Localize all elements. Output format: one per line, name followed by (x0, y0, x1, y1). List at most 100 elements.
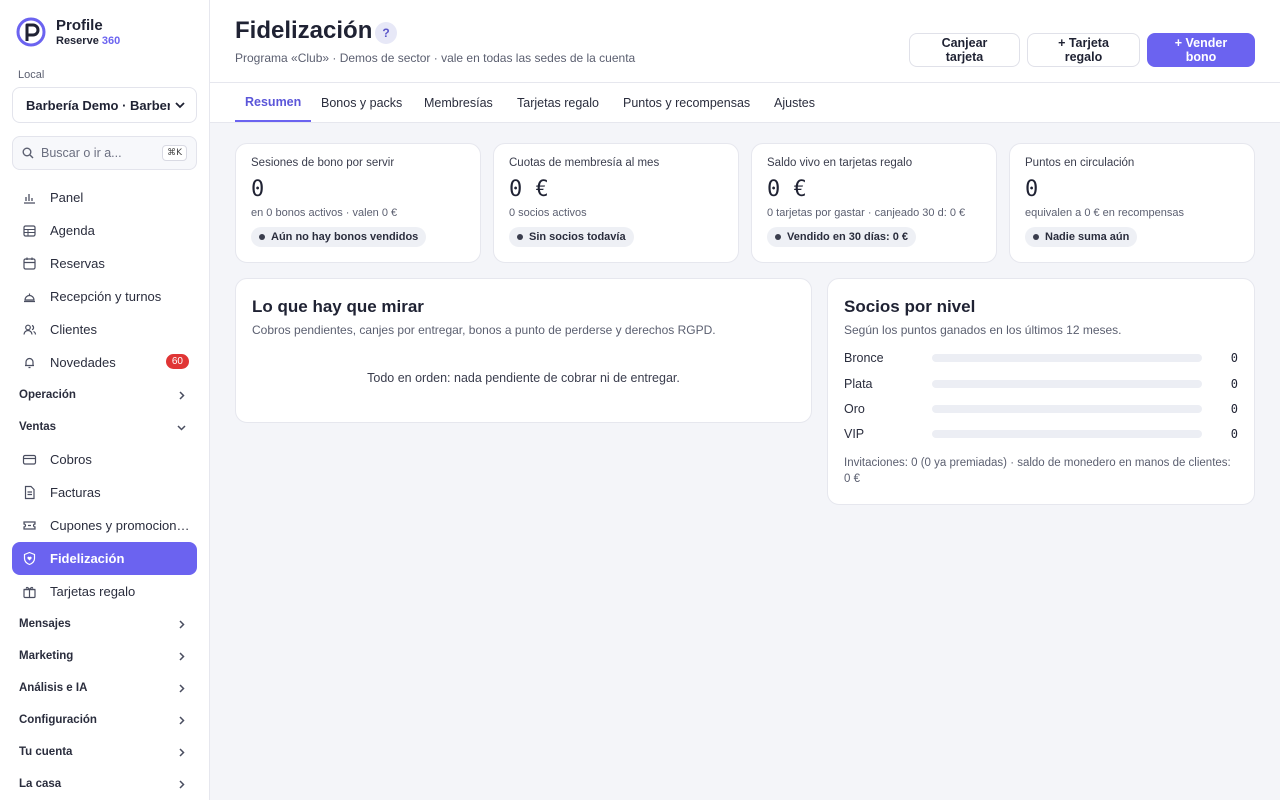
tier-name: Bronce (844, 351, 884, 365)
chevron-down-icon (175, 102, 185, 109)
watch-subtitle: Cobros pendientes, canjes por entregar, … (252, 323, 716, 337)
tier-count: 0 (1230, 351, 1238, 365)
section-operacion[interactable]: Operación (12, 379, 197, 411)
search-box[interactable]: ⌘K (12, 136, 197, 170)
chevron-right-icon (179, 651, 185, 661)
sidebar-item-label: Recepción y turnos (50, 289, 162, 304)
sidebar-item-label: Novedades (50, 355, 116, 370)
sidebar: Profile Reserve 360 Local Barbería Demo … (0, 0, 210, 800)
section-configuracion[interactable]: Configuración (12, 704, 197, 736)
tier-name: VIP (844, 427, 865, 441)
tab-bonos-packs[interactable]: Bonos y packs (311, 83, 412, 122)
tab-puntos-recompensas[interactable]: Puntos y recompensas (613, 83, 760, 122)
grid-calendar-icon (23, 225, 36, 237)
sidebar-item-reservas[interactable]: Reservas (12, 247, 197, 280)
status-badge: Vendido en 30 días: 0 € (767, 227, 917, 247)
sidebar-item-label: Clientes (50, 322, 97, 337)
section-marketing[interactable]: Marketing (12, 640, 197, 672)
tab-ajustes[interactable]: Ajustes (764, 83, 825, 122)
sidebar-item-label: Facturas (50, 485, 101, 500)
chevron-right-icon (179, 715, 185, 725)
help-icon[interactable]: ? (375, 22, 397, 44)
stat-card-membresias: Cuotas de membresía al mes 0 € 0 socios … (493, 143, 739, 263)
chart-icon (24, 194, 35, 204)
stat-card-bonos: Sesiones de bono por servir 0 en 0 bonos… (235, 143, 481, 263)
stat-card-tarjetas: Saldo vivo en tarjetas regalo 0 € 0 tarj… (751, 143, 997, 263)
tab-tarjetas-regalo[interactable]: Tarjetas regalo (507, 83, 609, 122)
tier-row-bronce: Bronce 0 (844, 350, 1238, 366)
tier-row-oro: Oro 0 (844, 401, 1238, 417)
stat-detail: 0 tarjetas por gastar · canjeado 30 d: 0… (767, 207, 966, 219)
document-icon (24, 485, 35, 500)
ticket-icon (23, 521, 36, 530)
local-select[interactable]: Barbería Demo · Barbería (12, 87, 197, 123)
sidebar-item-label: Agenda (50, 223, 95, 238)
sidebar-item-clientes[interactable]: Clientes (12, 313, 197, 346)
stat-title: Sesiones de bono por servir (251, 157, 395, 169)
stat-card-puntos: Puntos en circulación 0 equivalen a 0 € … (1009, 143, 1255, 263)
sidebar-item-panel[interactable]: Panel (12, 181, 197, 214)
stat-detail: equivalen a 0 € en recompensas (1025, 207, 1184, 219)
card-icon (22, 454, 37, 465)
tier-bar (932, 380, 1202, 388)
brand-subtitle: Reserve 360 (56, 34, 121, 47)
section-ventas[interactable]: Ventas (12, 411, 197, 443)
heart-shield-icon (23, 551, 36, 566)
sidebar-item-novedades[interactable]: Novedades 60 (12, 346, 197, 379)
tier-count: 0 (1230, 377, 1238, 391)
add-gift-card-button[interactable]: + Tarjeta regalo (1027, 33, 1140, 67)
section-tu-cuenta[interactable]: Tu cuenta (12, 736, 197, 768)
stat-value: 0 € (767, 177, 807, 202)
stat-value: 0 € (509, 177, 549, 202)
section-label: Análisis e IA (19, 682, 88, 694)
local-label: Local (18, 69, 45, 81)
chevron-down-icon (177, 424, 186, 431)
tier-bar (932, 430, 1202, 438)
status-dot-icon (775, 234, 781, 240)
section-label: Mensajes (19, 618, 71, 630)
sidebar-item-agenda[interactable]: Agenda (12, 214, 197, 247)
section-label: La casa (19, 778, 62, 790)
sidebar-item-recepcion[interactable]: Recepción y turnos (12, 280, 197, 313)
status-dot-icon (259, 234, 265, 240)
chevron-right-icon (179, 619, 185, 629)
stat-title: Cuotas de membresía al mes (509, 157, 660, 169)
tier-count: 0 (1230, 402, 1238, 416)
brand-logo-link[interactable]: Profile Reserve 360 (16, 16, 120, 48)
brand-logo-icon (16, 17, 46, 47)
stat-title: Saldo vivo en tarjetas regalo (767, 157, 913, 169)
chevron-right-icon (179, 747, 185, 757)
sidebar-item-fidelizacion[interactable]: Fidelización (12, 542, 197, 575)
sidebar-item-label: Cupones y promociones (50, 518, 190, 533)
watch-empty-state: Todo en orden: nada pendiente de cobrar … (367, 371, 680, 385)
sidebar-item-tarjetas-regalo[interactable]: Tarjetas regalo (12, 575, 197, 608)
gift-icon (23, 586, 36, 599)
tiers-title: Socios por nivel (844, 297, 976, 316)
tab-resumen[interactable]: Resumen (235, 83, 312, 122)
local-select-value: Barbería Demo · Barbería (26, 97, 170, 113)
watch-panel: Lo que hay que mirar Cobros pendientes, … (235, 278, 812, 423)
page-subtitle: Programa «Club» · Demos de sector · vale… (235, 51, 636, 65)
redeem-card-button[interactable]: Canjear tarjeta (909, 33, 1020, 67)
tab-bar: Resumen Bonos y packs Membresías Tarjeta… (210, 83, 1280, 123)
page-header: Fidelización ? Programa «Club» · Demos d… (210, 0, 1280, 83)
brand-name: Profile (56, 16, 103, 34)
search-input[interactable] (41, 146, 163, 160)
sidebar-item-label: Panel (50, 190, 84, 205)
sidebar-item-label: Tarjetas regalo (50, 584, 136, 599)
section-analisis[interactable]: Análisis e IA (12, 672, 197, 704)
sell-voucher-button[interactable]: + Vender bono (1147, 33, 1255, 67)
sidebar-item-cupones[interactable]: Cupones y promociones (12, 509, 197, 542)
section-label: Tu cuenta (19, 746, 73, 758)
stat-value: 0 (251, 177, 265, 202)
users-icon (23, 324, 37, 335)
sidebar-item-facturas[interactable]: Facturas (12, 476, 197, 509)
section-mensajes[interactable]: Mensajes (12, 608, 197, 640)
stat-detail: en 0 bonos activos · valen 0 € (251, 207, 398, 219)
bell-icon (25, 357, 34, 369)
search-shortcut: ⌘K (162, 145, 187, 161)
sidebar-item-cobros[interactable]: Cobros (12, 443, 197, 476)
sidebar-item-label: Fidelización (50, 551, 125, 566)
tab-membresias[interactable]: Membresías (414, 83, 503, 122)
section-la-casa[interactable]: La casa (12, 768, 197, 800)
